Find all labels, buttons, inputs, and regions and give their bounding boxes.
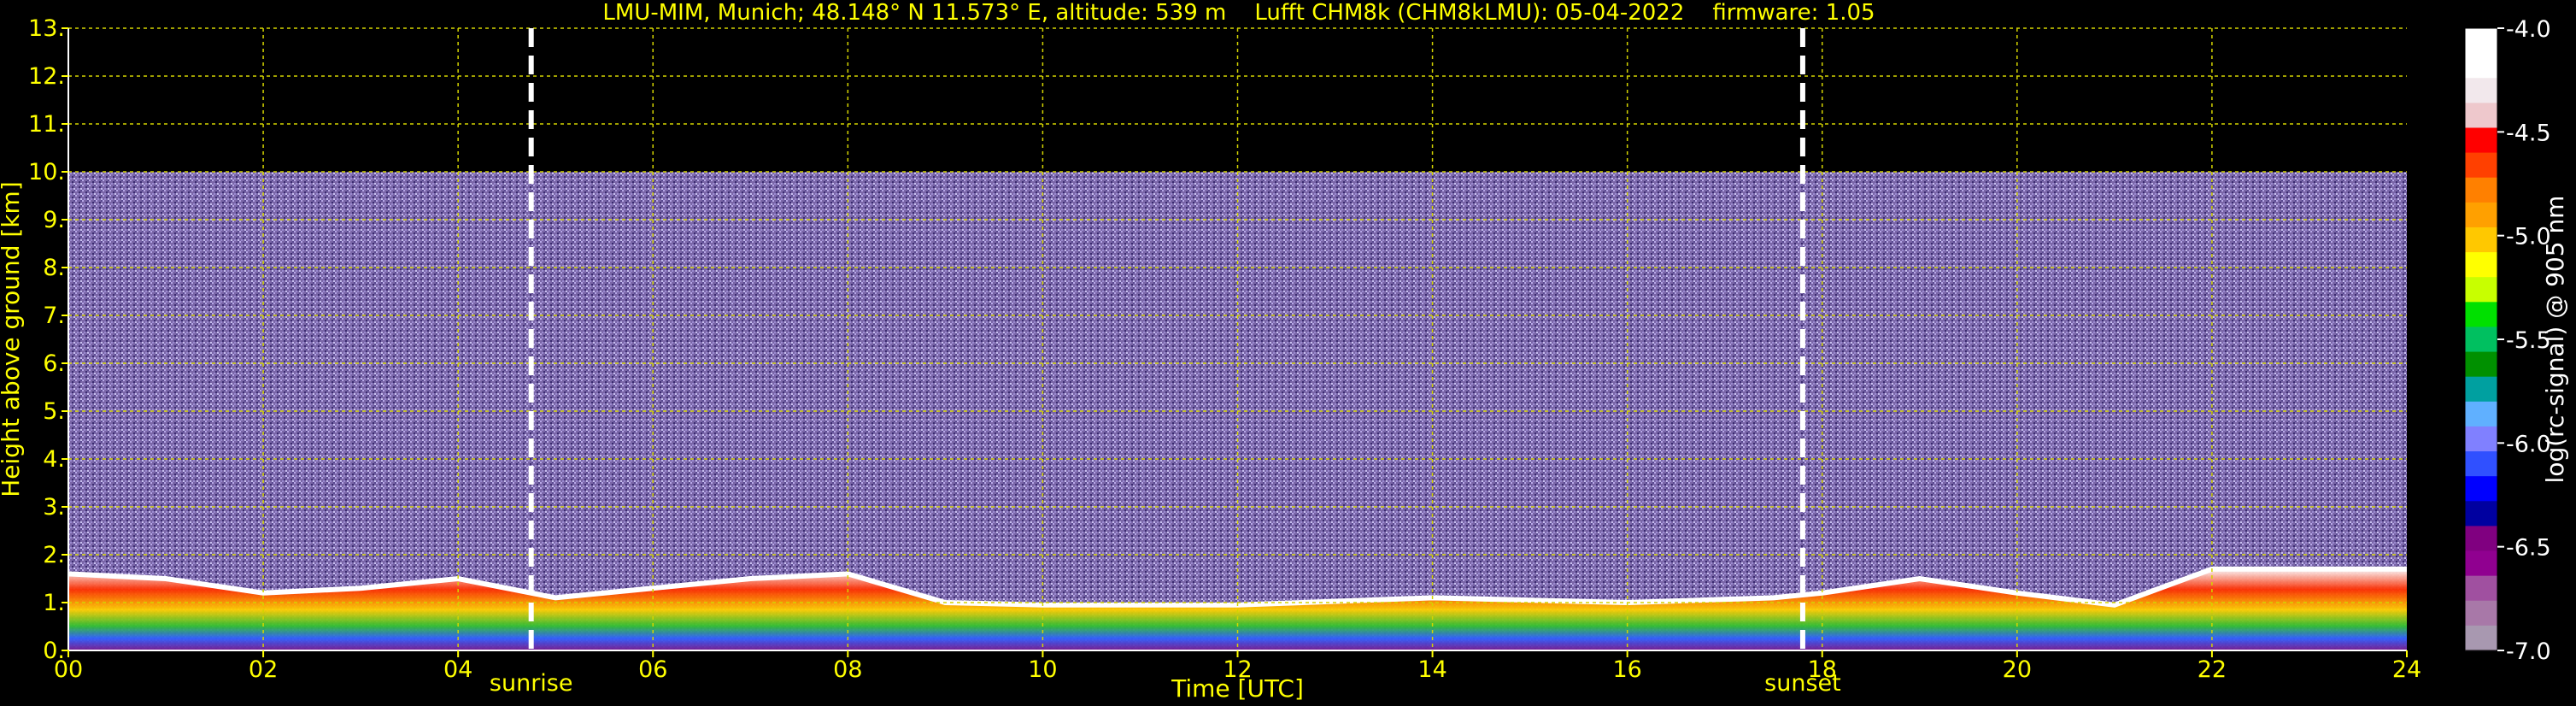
colorbar-segment (2465, 575, 2497, 602)
y-tick-label: 3. (43, 494, 65, 521)
y-tick-label: 10. (28, 159, 65, 185)
colorbar-segment (2465, 351, 2497, 378)
y-tick-label: 11. (28, 111, 65, 138)
x-tick-label: 10 (1028, 656, 1057, 683)
x-tick-label: 04 (443, 656, 472, 683)
x-tick-label: 08 (833, 656, 862, 683)
colorbar-segment (2465, 302, 2497, 328)
colorbar-segment (2465, 401, 2497, 427)
x-tick-label: 02 (249, 656, 278, 683)
y-tick-labels: 0. 1. 2. 3. 4. 5. 6. 7. 8. 9. 10. 11. 12. 13. (28, 15, 68, 664)
marker-label-sunrise: sunrise (490, 670, 573, 697)
y-tick-label: 12. (28, 63, 65, 90)
colorbar-segment (2465, 78, 2497, 103)
colorbar-segment (2465, 152, 2497, 179)
y-tick-label: 2. (43, 542, 65, 568)
y-tick-label: 0. (43, 638, 65, 664)
y-tick-label: 4. (43, 446, 65, 473)
colorbar-segment (2465, 53, 2497, 79)
colorbar-segment (2465, 202, 2497, 228)
colorbar (2464, 27, 2498, 651)
colorbar-label: log(rc-signal) @ 905 nm (2541, 196, 2569, 484)
chart-title: LMU-MIM, Munich; 48.148° N 11.573° E, al… (602, 0, 1875, 26)
colorbar-segment (2465, 476, 2497, 502)
x-axis-label: Time [UTC] (1171, 674, 1304, 703)
colorbar-tick-label: -4.0 (2506, 16, 2551, 43)
colorbar-segment (2465, 526, 2497, 552)
x-tick-label: 24 (2392, 656, 2421, 683)
ceilometer-chart: sunrise sunset 00 02 04 06 08 10 12 14 16 18 20 22 24… (0, 0, 2569, 703)
colorbar-segment (2465, 426, 2497, 452)
x-tick-label: 16 (1612, 656, 1641, 683)
x-tick-label: 18 (1808, 656, 1837, 683)
x-tick-label: 20 (2003, 656, 2032, 683)
colorbar-segment (2465, 177, 2497, 203)
y-axis-label: Height above ground [km] (0, 181, 25, 497)
x-tick-label: 22 (2198, 656, 2227, 683)
colorbar-tick-label: -7.0 (2506, 638, 2551, 665)
x-tick-label: 06 (638, 656, 667, 683)
colorbar-tick-label: -4.5 (2506, 120, 2551, 146)
y-tick-label: 1. (43, 590, 65, 616)
colorbar-segment (2465, 28, 2497, 54)
y-tick-label: 8. (43, 255, 65, 281)
colorbar-segment (2465, 451, 2497, 477)
colorbar-segment (2465, 625, 2497, 651)
colorbar-segment (2465, 327, 2497, 353)
colorbar-segment (2465, 127, 2497, 154)
y-tick-label: 9. (43, 207, 65, 233)
y-tick-label: 5. (43, 398, 65, 425)
colorbar-segment (2465, 277, 2497, 303)
colorbar-segment (2465, 376, 2497, 403)
colorbar-segment (2465, 252, 2497, 278)
x-tick-label: 14 (1417, 656, 1446, 683)
y-tick-label: 6. (43, 350, 65, 377)
colorbar-segment (2465, 600, 2497, 627)
colorbar-segment (2465, 103, 2497, 129)
colorbar-tick-label: -6.5 (2506, 535, 2551, 562)
colorbar-segment (2465, 550, 2497, 577)
y-tick-label: 13. (28, 15, 65, 42)
y-tick-label: 7. (43, 303, 65, 329)
colorbar-segment (2465, 501, 2497, 527)
colorbar-segment (2465, 227, 2497, 253)
